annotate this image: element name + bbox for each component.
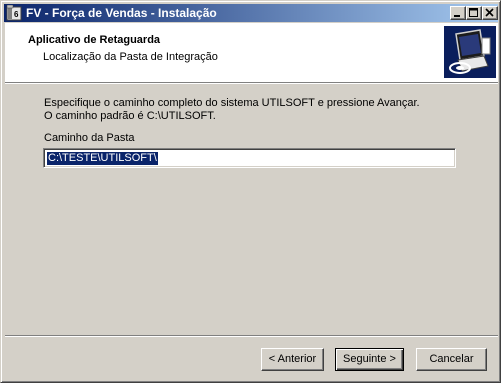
computer-disk-icon (444, 26, 496, 78)
header-divider (5, 82, 498, 84)
svg-text:6: 6 (14, 10, 19, 19)
next-button[interactable]: Seguinte > (335, 348, 404, 371)
close-button[interactable] (482, 6, 498, 20)
description-text: Especifique o caminho completo do sistem… (44, 97, 420, 123)
minimize-button[interactable] (450, 6, 466, 20)
maximize-button[interactable] (466, 6, 482, 20)
installer-window: 6 FV - Força de Vendas - Instalação Apli… (0, 0, 501, 383)
description-line-2: O caminho padrão é C:\UTILSOFT. (44, 110, 216, 122)
minimize-icon (454, 15, 460, 17)
cancel-button[interactable]: Cancelar (416, 348, 487, 371)
folder-path-input[interactable]: C:\TESTE\UTILSOFT\ (43, 148, 456, 168)
footer-divider (5, 335, 498, 337)
header-title: Aplicativo de Retaguarda (28, 34, 161, 46)
folder-path-label: Caminho da Pasta (44, 132, 135, 144)
close-icon (485, 8, 494, 17)
description-line-1: Especifique o caminho completo do sistem… (44, 97, 420, 109)
header-subtitle: Localização da Pasta de Integração (43, 51, 218, 63)
app-icon: 6 (6, 5, 22, 21)
window-title: FV - Força de Vendas - Instalação (26, 6, 217, 20)
title-bar[interactable]: 6 FV - Força de Vendas - Instalação (4, 4, 498, 22)
maximize-icon (469, 8, 478, 17)
back-button[interactable]: < Anterior (261, 348, 324, 371)
folder-path-value[interactable]: C:\TESTE\UTILSOFT\ (47, 152, 158, 165)
wizard-header: Aplicativo de Retaguarda Localização da … (5, 23, 498, 82)
